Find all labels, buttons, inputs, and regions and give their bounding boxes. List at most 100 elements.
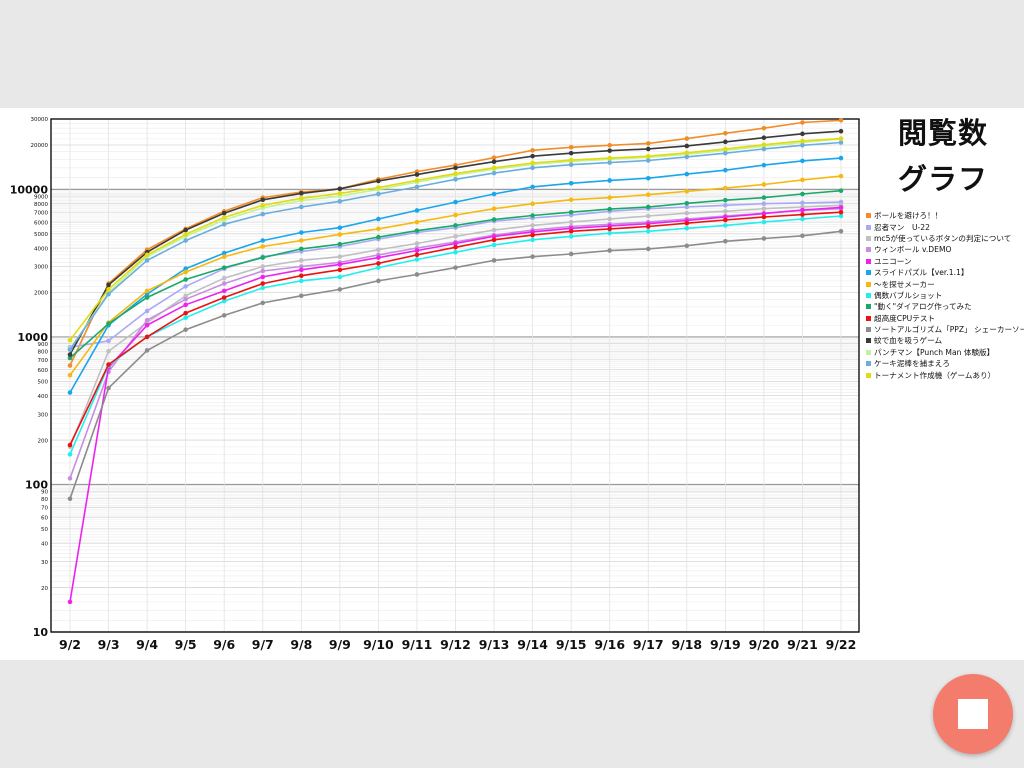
data-point [221,210,227,216]
data-point [530,160,535,166]
legend-item: ケーキ泥棒を捕まえろ [866,358,1024,369]
x-tick-label: 9/19 [710,637,741,652]
legend-label: 超高度CPUテスト [874,313,936,323]
data-point [337,287,343,292]
data-point [376,278,381,284]
y-tick-label: 20 [41,586,48,592]
data-point [607,206,612,212]
data-point [607,155,612,161]
legend-label: ケーキ泥棒を捕まえろ [874,359,950,369]
data-point [684,150,690,156]
y-tick-label: 300 [38,412,49,418]
data-point [761,162,767,168]
data-point [376,255,381,260]
data-point [337,267,343,273]
data-point [838,228,844,234]
data-point [645,146,651,152]
legend-label: 偶数バブルショット [874,290,943,300]
data-point [530,148,535,153]
data-point [221,295,227,300]
y-tick-label: 10 [33,626,49,639]
data-point [761,219,767,225]
data-point [414,241,420,246]
data-point [376,178,381,184]
data-point [838,205,844,210]
legend-swatch [866,292,871,298]
data-point [684,243,690,249]
data-point [453,223,458,228]
data-point [684,210,690,216]
legend-swatch [866,247,871,253]
data-point [800,131,805,137]
x-tick-label: 9/13 [479,637,510,652]
y-tick-label: 20000 [31,143,49,149]
y-tick-label: 40 [41,541,48,547]
data-point [183,232,188,237]
data-point [684,143,690,149]
data-point [568,180,574,186]
legend-item: ソートアルゴリズム「PPZ」 シェーカーソート [866,324,1024,335]
data-point [761,201,767,206]
data-point [183,227,188,233]
data-point [568,150,574,156]
legend-swatch [866,224,871,230]
data-point [67,442,73,448]
data-point [453,212,458,218]
data-point [723,150,728,156]
data-point [221,313,227,318]
data-point [838,128,844,134]
data-point [530,165,535,171]
data-point [144,317,150,323]
data-point [106,348,111,354]
y-tick-label: 6000 [34,220,48,226]
data-point [800,158,805,164]
data-point [414,208,420,213]
data-point [491,258,497,263]
data-point [337,262,343,267]
data-point [761,206,767,211]
legend-label: スライドパズル【ver.1.1】 [874,268,969,278]
data-point [645,246,651,252]
data-point [491,242,497,248]
data-point [299,278,304,284]
data-point [491,191,497,197]
x-tick-label: 9/4 [136,637,158,652]
data-point [299,293,304,299]
legend-swatch [866,213,871,219]
stop-icon [958,699,988,729]
data-point [337,186,343,192]
legend-item: 〜を探せメーカー [866,278,1024,289]
data-point [800,177,805,183]
data-point [299,246,304,252]
data-point [260,285,266,291]
data-point [684,154,690,160]
data-point [453,165,458,171]
data-point [723,139,728,145]
data-point [299,196,304,201]
data-point [376,261,381,266]
data-point [723,146,728,152]
y-tick-label: 8000 [34,202,48,208]
data-point [337,232,343,237]
data-point [800,233,805,239]
data-point [67,452,73,457]
data-point [491,159,497,165]
y-tick-label: 50 [41,527,48,533]
x-tick-label: 9/22 [826,637,857,652]
data-point [568,219,574,225]
legend-item: ボールを避けろ！！ [866,210,1024,221]
data-point [260,281,266,286]
data-point [414,228,420,233]
data-point [607,230,612,236]
data-point [299,204,304,210]
stop-button[interactable] [933,674,1013,754]
data-point [337,225,343,230]
data-point [607,216,612,222]
data-point [144,308,150,314]
data-point [144,295,150,300]
data-point [607,248,612,253]
data-point [221,288,227,294]
data-point [67,390,73,395]
data-point [453,249,458,255]
data-point [491,227,497,233]
